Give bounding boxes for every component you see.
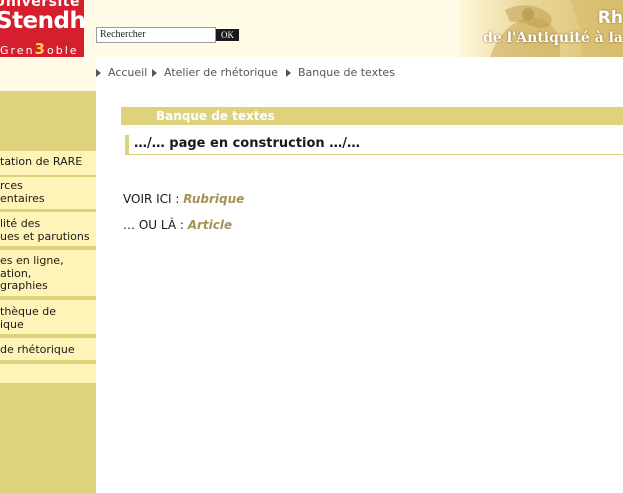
banner-title: Rh [597,8,623,28]
sidebar-top-strip [0,57,96,91]
logo-number: 3 [34,40,47,57]
rubrique-link[interactable]: Rubrique [183,192,244,206]
header-banner: Rh de l'Antiquité à la [460,0,623,57]
sidebar-item-ressources-en-ligne[interactable]: es en ligne, ation, graphies [0,250,96,296]
page-heading: …/… page en construction …/… [134,136,360,151]
sidebar-item-label: rces [0,179,23,192]
sidebar-item-label: de rhétorique [0,343,75,356]
logo-line-3-prefix: Gren [0,44,35,57]
breadcrumb-arrow-icon [286,69,291,77]
sidebar-item-presentation[interactable]: tation de RARE [0,151,96,175]
breadcrumb-current: Banque de textes [298,66,395,79]
section-header-bar: Banque de textes [121,107,623,125]
logo-line-3: Gren3oble [0,40,79,57]
sidebar-item-label: lité des [0,217,41,230]
sidebar-item-label: graphies [0,279,48,292]
sidebar-item-label: tation de RARE [0,155,83,168]
breadcrumb-arrow-icon [96,69,101,77]
page-heading-bar: …/… page en construction …/… [125,135,623,155]
sidebar-item-ressources[interactable]: rces entaires [0,177,96,209]
logo-line-3-suffix: oble [46,44,79,57]
university-logo[interactable]: Université Stendhal Gren3oble [0,0,84,57]
breadcrumb-atelier-link[interactable]: Atelier de rhétorique [164,66,278,79]
voir-ici-label: VOIR ICI : [123,192,184,206]
search-ok-button[interactable]: OK [216,29,239,41]
breadcrumb-arrow-icon [152,69,157,77]
breadcrumb-home-link[interactable]: Accueil [108,66,147,79]
sidebar-item-bibliotheque[interactable]: thèque de ique [0,300,96,334]
article-link[interactable]: Article [188,218,232,232]
sidebar-item-label: entaires [0,191,45,205]
ou-la-line: … OU LÀ : Article [123,218,232,232]
sidebar-item-label: ique [0,317,24,331]
site-header: Université Stendhal Gren3oble OK Rh de l… [0,0,623,57]
search-input[interactable] [96,27,216,43]
ou-la-label: … OU LÀ : [123,218,188,232]
section-title: Banque de textes [156,109,275,123]
sidebar-item-empty [0,364,96,383]
sidebar-item-label: thèque de [0,305,57,318]
left-sidebar: tation de RARE rces entaires lité des ue… [0,57,96,493]
sidebar-item-actualite[interactable]: lité des ues et parutions [0,212,96,246]
sidebar-item-label: ues et parutions [0,229,90,243]
logo-line-2: Stendhal [0,8,84,34]
sidebar-item-atelier[interactable]: de rhétorique [0,338,96,360]
sidebar-item-label: es en ligne, [0,254,64,267]
banner-subtitle: de l'Antiquité à la [483,30,623,46]
voir-ici-line: VOIR ICI : Rubrique [123,192,244,206]
